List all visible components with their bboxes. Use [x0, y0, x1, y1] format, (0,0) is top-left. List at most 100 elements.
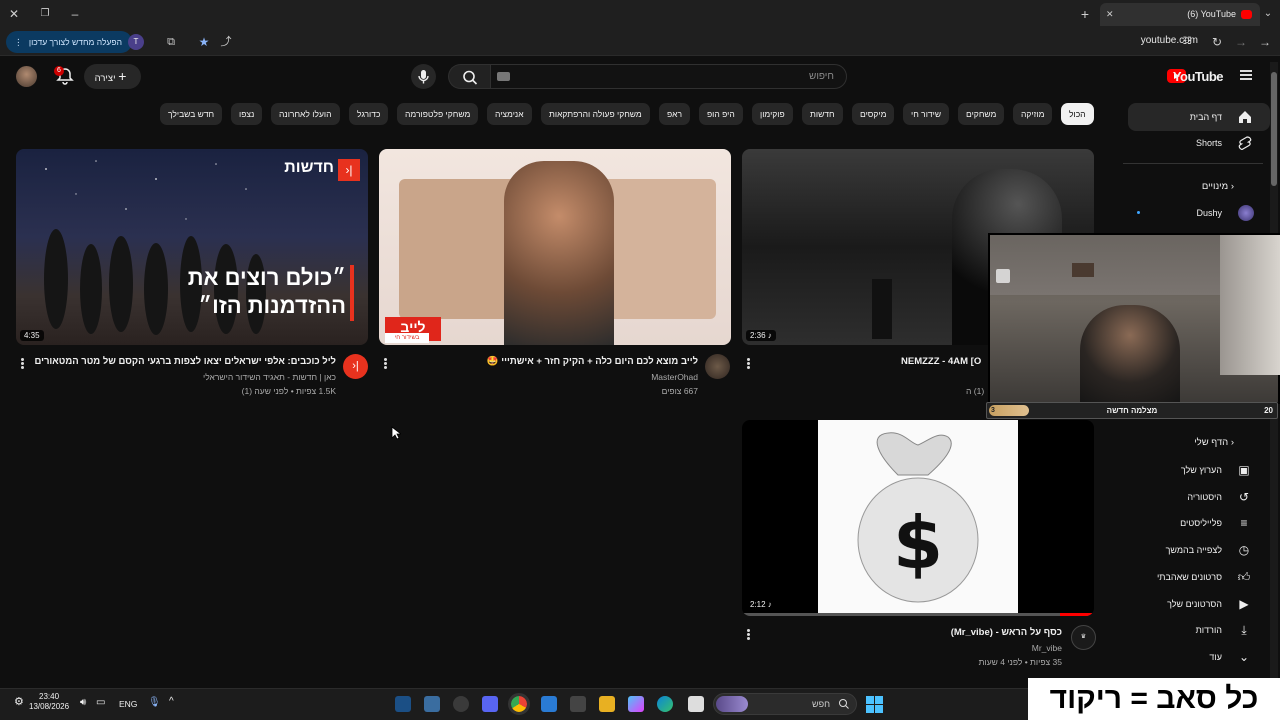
chrome-icon[interactable]: [508, 693, 530, 715]
window-restore-icon[interactable]: ❐: [36, 5, 54, 23]
sidebar-item-shorts[interactable]: Shorts: [1126, 129, 1280, 157]
keyboard-icon[interactable]: [497, 72, 510, 81]
sidebar-item-you-2[interactable]: פלייליסטים: [1126, 509, 1280, 537]
chip-14[interactable]: נצפו: [231, 103, 263, 125]
video-channel-1[interactable]: כאן | חדשות - תאגיד השידור הישראלי: [203, 372, 336, 382]
chip-0[interactable]: הכול: [1061, 103, 1094, 125]
sidebar-item-label: הסרטונים שלך: [1167, 598, 1222, 609]
tab-search-icon[interactable]: ⌄: [1259, 5, 1277, 23]
search-input[interactable]: חיפוש: [490, 64, 847, 89]
create-button[interactable]: יצירה +: [84, 64, 141, 89]
input-language[interactable]: ENG: [119, 699, 137, 709]
sidebar-item-you-5[interactable]: הסרטונים שלך: [1126, 590, 1280, 618]
sidebar-item-you-4[interactable]: סרטונים שאהבתי: [1126, 563, 1280, 591]
accent-bar: [350, 265, 354, 321]
clock[interactable]: 23:40 13/08/2026: [29, 692, 69, 712]
money-bag-icon: $: [857, 432, 979, 603]
video-title-3[interactable]: NEMZZZ - 4AM [O: [901, 356, 981, 367]
chip-2[interactable]: משחקים: [958, 103, 1005, 125]
video-menu-icon[interactable]: [21, 357, 25, 371]
reload-icon[interactable]: ↻: [1208, 33, 1226, 51]
youtube-logo-text[interactable]: YouTube: [1173, 69, 1224, 84]
window-minimize-icon[interactable]: –: [66, 5, 84, 23]
video-thumbnail-4[interactable]: $ 2:12 ♪: [742, 420, 1094, 616]
chip-9[interactable]: משחקי פעולה והרפתקאות: [541, 103, 650, 125]
app-icon[interactable]: [424, 696, 440, 712]
sidebar-item-you-7[interactable]: עוד: [1126, 643, 1280, 671]
windows-start-icon[interactable]: [866, 696, 883, 713]
menu-hamburger-icon[interactable]: [1240, 70, 1252, 80]
file-explorer-icon[interactable]: [599, 696, 615, 712]
chip-13[interactable]: הועלו לאחרונה: [271, 103, 340, 125]
sidebar-item-you-3[interactable]: לצפייה בהמשך: [1126, 536, 1280, 564]
sidebar-item-dushy[interactable]: Dushy: [1126, 199, 1280, 227]
channel-avatar-masterohad[interactable]: [705, 354, 730, 379]
chip-5[interactable]: חדשות: [802, 103, 843, 125]
account-avatar[interactable]: [16, 66, 37, 87]
chip-4[interactable]: מיקסים: [852, 103, 895, 125]
back-icon[interactable]: →: [1256, 33, 1274, 51]
channel-avatar-kan[interactable]: ›|: [343, 354, 368, 379]
video-channel-2[interactable]: MasterOhad: [651, 372, 698, 382]
extensions-icon[interactable]: ⧉: [162, 33, 180, 51]
video-thumbnail-2[interactable]: לייב בשידור חי: [379, 149, 731, 345]
chip-6[interactable]: פוקימון: [752, 103, 793, 125]
edge-icon[interactable]: [657, 696, 673, 712]
site-settings-icon[interactable]: ☷: [1178, 33, 1196, 51]
video-thumbnail-1[interactable]: ›| חדשות ״כולם רוצים את ההזדמנות הזו״ 4:…: [16, 149, 368, 345]
chip-10[interactable]: אנימציה: [487, 103, 532, 125]
chip-1[interactable]: מוזיקה: [1013, 103, 1053, 125]
window-close-icon[interactable]: ✕: [5, 5, 23, 23]
chip-3[interactable]: שידור חי: [903, 103, 950, 125]
obs-icon[interactable]: [453, 696, 469, 712]
volume-icon[interactable]: 🔊︎: [80, 697, 86, 708]
scrollbar-thumb[interactable]: [1271, 72, 1277, 186]
network-icon[interactable]: ▭: [96, 697, 105, 708]
steam-icon[interactable]: [395, 696, 411, 712]
live-now-label: בשידור חי: [385, 333, 429, 343]
task-view-icon[interactable]: [688, 696, 704, 712]
forward-icon[interactable]: →: [1232, 33, 1250, 51]
store-icon[interactable]: [570, 696, 586, 712]
sidebar-item-you-0[interactable]: הערוץ שלך: [1126, 456, 1280, 484]
chip-11[interactable]: משחקי פלטפורמה: [397, 103, 479, 125]
dushy-avatar: [1238, 205, 1254, 221]
sidebar-item-label: עוד: [1209, 651, 1222, 662]
channel-avatar-mrvibe[interactable]: ♛: [1071, 625, 1096, 650]
new-tab-icon[interactable]: +: [1076, 5, 1094, 23]
update-restart-button[interactable]: ⋮ הפעלה מחדש לצורך עדכון: [6, 31, 133, 53]
mail-icon[interactable]: [541, 696, 557, 712]
chip-12[interactable]: כדורגל: [349, 103, 389, 125]
you-heading[interactable]: הדף שלי ›: [1194, 437, 1240, 448]
subscriptions-heading[interactable]: מינויים ›: [1202, 181, 1240, 192]
voice-search-button[interactable]: [411, 64, 436, 89]
discord-icon[interactable]: [482, 696, 498, 712]
wall-picture: [1072, 263, 1094, 277]
clock-time: 23:40: [39, 692, 60, 701]
playlists-icon: ≡: [1240, 516, 1248, 531]
share-icon[interactable]: ⤴: [217, 33, 235, 51]
sidebar-item-you-1[interactable]: היסטוריה: [1126, 483, 1280, 511]
video-title-1[interactable]: ליל כוכבים: אלפי ישראלים יצאו לצפות ברגע…: [34, 356, 336, 367]
tray-overflow-icon[interactable]: ^: [169, 696, 174, 707]
chip-15[interactable]: חדש בשבילך: [160, 103, 223, 125]
mic-tray-icon[interactable]: 🎙︎: [148, 697, 161, 708]
video-menu-icon[interactable]: [747, 357, 751, 371]
settings-gear-icon[interactable]: ⚙: [14, 695, 24, 708]
copilot-icon[interactable]: [628, 696, 644, 712]
search-button[interactable]: [448, 64, 490, 89]
video-menu-icon[interactable]: [384, 357, 388, 371]
video-channel-4[interactable]: Mr_vibe: [1032, 643, 1062, 653]
video-menu-icon[interactable]: [747, 628, 751, 642]
bookmark-star-icon[interactable]: ★: [195, 33, 213, 51]
chip-8[interactable]: ראפ: [659, 103, 691, 125]
subscriptions-heading-label: מינויים: [1201, 181, 1229, 192]
video-title-2[interactable]: לייב מוצא לכם היום כלה + הקיק חזר + אישת…: [487, 356, 698, 367]
tab-youtube[interactable]: ✕ (6) YouTube: [1100, 3, 1260, 26]
taskbar-search-box[interactable]: חפש: [713, 693, 857, 715]
chip-7[interactable]: היפ הופ: [699, 103, 743, 125]
video-title-4[interactable]: כסף על הראש - (Mr_vibe): [951, 627, 1062, 638]
sidebar-item-you-6[interactable]: הורדות: [1126, 616, 1280, 644]
tab-close-icon[interactable]: ✕: [1106, 3, 1114, 26]
profile-avatar[interactable]: T: [128, 34, 144, 50]
